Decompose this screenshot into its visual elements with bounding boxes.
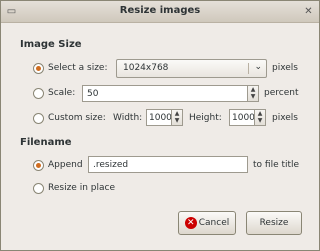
resize-button-label: Resize: [259, 218, 289, 228]
select-size-label: Select a size:: [48, 63, 108, 73]
custom-size-unit: pixels: [272, 113, 298, 123]
select-size-unit: pixels: [272, 63, 298, 73]
scale-label: Scale:: [48, 88, 76, 98]
size-select[interactable]: 1024x768 ⌄: [116, 59, 267, 78]
title-bar[interactable]: ▭ Resize images ✕: [1, 1, 319, 23]
cancel-icon: ✕: [184, 216, 197, 229]
resize-dialog: ▭ Resize images ✕ Image Size Select a si…: [0, 0, 320, 251]
image-size-heading: Image Size: [20, 39, 82, 50]
height-input[interactable]: 1000: [229, 109, 255, 126]
window-title: Resize images: [119, 5, 201, 16]
combo-separator: [248, 63, 249, 74]
width-input[interactable]: 1000: [146, 109, 172, 126]
scale-spinner[interactable]: ▲ ▼: [248, 85, 259, 102]
scale-input[interactable]: 50: [82, 85, 248, 102]
chevron-down-icon: ⌄: [254, 62, 262, 72]
append-input[interactable]: .resized: [88, 156, 248, 173]
select-size-radio[interactable]: [33, 63, 44, 74]
cancel-button[interactable]: ✕ Cancel: [178, 211, 236, 235]
custom-size-radio[interactable]: [33, 113, 44, 124]
resize-in-place-radio[interactable]: [33, 183, 44, 194]
scale-radio[interactable]: [33, 88, 44, 99]
append-label: Append: [48, 160, 83, 170]
append-suffix: to file title: [253, 160, 300, 170]
width-label: Width:: [113, 113, 143, 123]
append-radio[interactable]: [33, 160, 44, 171]
filename-heading: Filename: [20, 137, 72, 148]
close-icon[interactable]: ✕: [302, 5, 315, 18]
scale-unit: percent: [264, 88, 299, 98]
size-select-value: 1024x768: [123, 63, 169, 73]
cancel-button-label: Cancel: [198, 218, 230, 228]
width-spinner[interactable]: ▲ ▼: [172, 109, 183, 126]
height-label: Height:: [189, 113, 222, 123]
custom-size-label: Custom size:: [48, 113, 106, 123]
height-spinner[interactable]: ▲ ▼: [255, 109, 266, 126]
resize-button[interactable]: Resize: [246, 211, 302, 235]
resize-in-place-label: Resize in place: [48, 183, 115, 193]
